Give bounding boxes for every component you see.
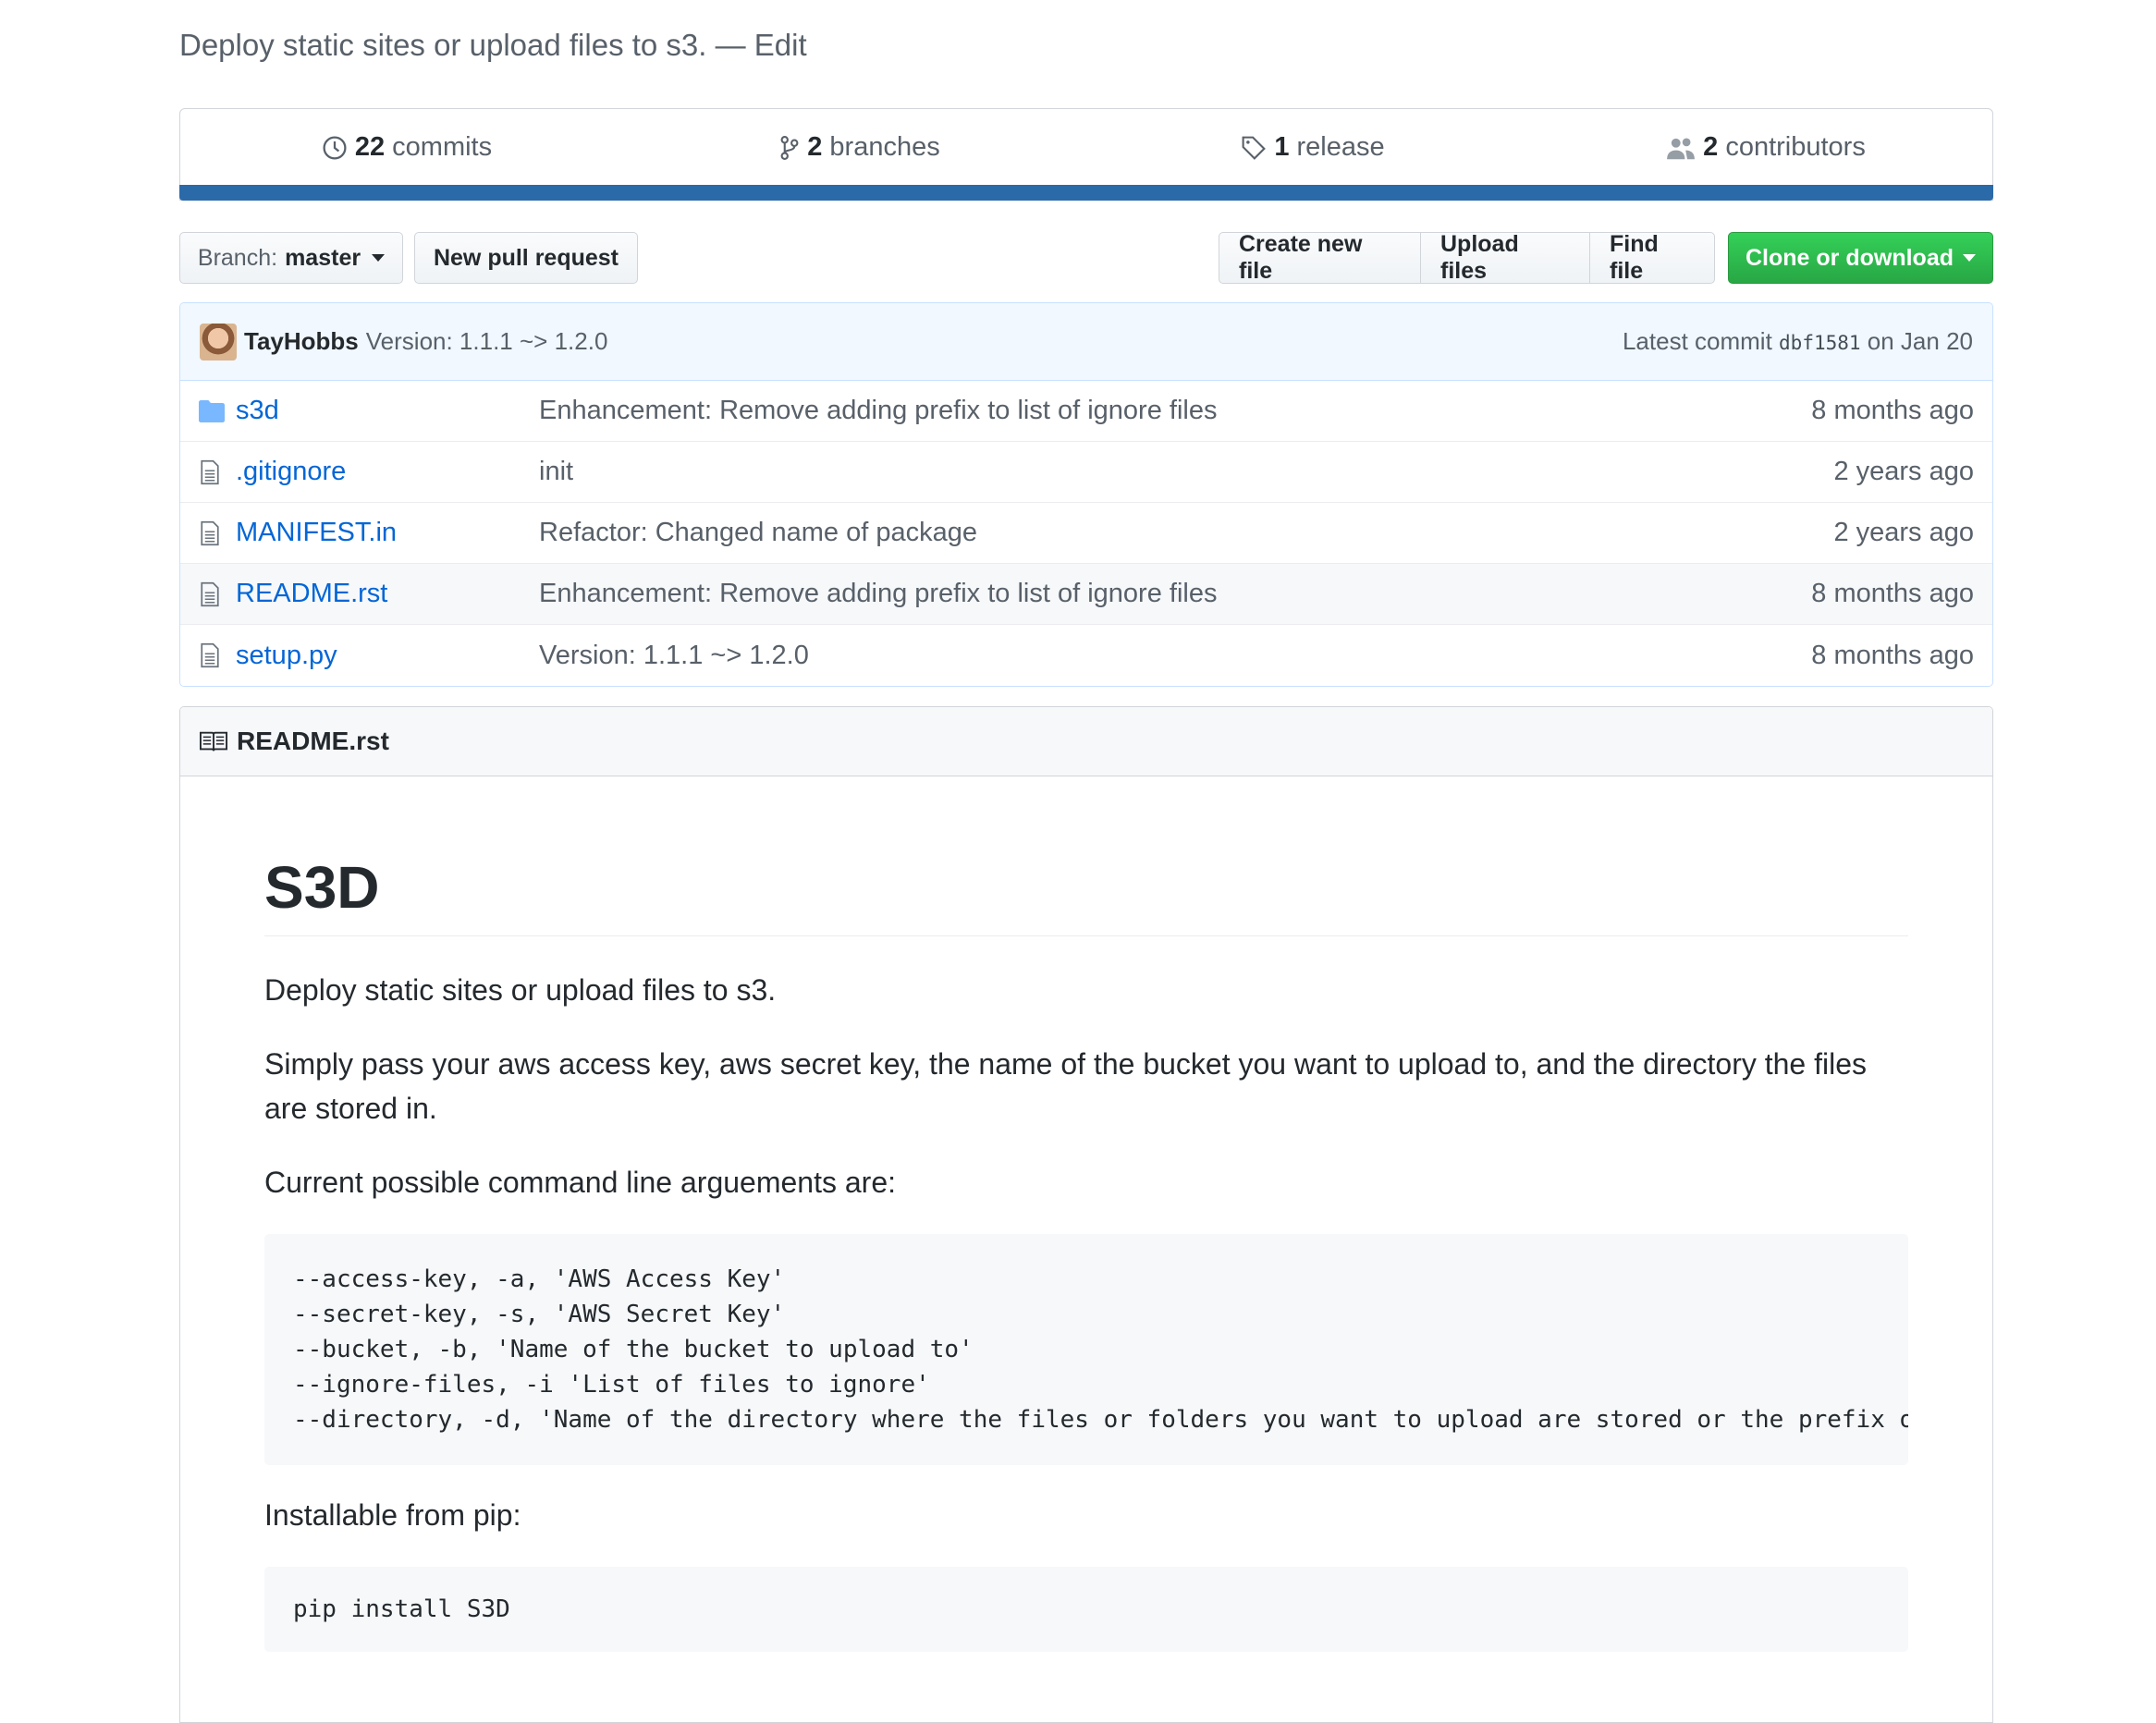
releases-count: 1 <box>1274 132 1290 162</box>
branches-link[interactable]: 2 branches <box>633 132 1086 163</box>
history-icon <box>322 135 348 161</box>
branch-name: master <box>285 244 361 271</box>
folder-icon <box>199 399 227 422</box>
branches-label: branches <box>829 132 940 162</box>
readme-header: README.rst <box>180 707 1992 776</box>
file-age: 8 months ago <box>1811 579 1974 608</box>
language-bar <box>179 185 1993 201</box>
commits-link[interactable]: 22 commits <box>180 132 633 163</box>
file-row: MANIFEST.in Refactor: Changed name of pa… <box>180 503 1992 564</box>
file-age: 8 months ago <box>1811 640 1974 670</box>
file-commit-message[interactable]: Enhancement: Remove adding prefix to lis… <box>539 396 1811 426</box>
book-icon <box>200 730 227 752</box>
new-pull-request-button[interactable]: New pull request <box>414 232 638 284</box>
tag-icon <box>1241 135 1267 161</box>
file-row: s3d Enhancement: Remove adding prefix to… <box>180 381 1992 442</box>
file-name-link[interactable]: README.rst <box>236 579 539 609</box>
file-commit-message[interactable]: Enhancement: Remove adding prefix to lis… <box>539 579 1811 609</box>
file-age: 2 years ago <box>1833 518 1974 547</box>
branch-icon <box>779 135 800 161</box>
commits-label: commits <box>392 132 493 162</box>
readme-filename: README.rst <box>237 727 389 755</box>
file-icon <box>199 459 227 485</box>
latest-commit-bar: TayHobbs Version: 1.1.1 ~> 1.2.0 Latest … <box>180 303 1992 381</box>
file-age: 2 years ago <box>1833 457 1974 486</box>
branch-select-button[interactable]: Branch: master <box>179 232 403 284</box>
numbers-summary: 22 commits 2 branches 1 release 2 contri… <box>179 108 1993 201</box>
contributors-count: 2 <box>1703 132 1719 162</box>
releases-link[interactable]: 1 release <box>1086 132 1539 163</box>
file-row: README.rst Enhancement: Remove adding pr… <box>180 564 1992 625</box>
file-name-link[interactable]: setup.py <box>236 641 539 671</box>
create-new-file-button[interactable]: Create new file <box>1219 231 1421 284</box>
readme-paragraph: Installable from pip: <box>264 1498 521 1532</box>
file-name-link[interactable]: MANIFEST.in <box>236 518 539 548</box>
contributors-label: contributors <box>1725 132 1866 162</box>
file-row: setup.py Version: 1.1.1 ~> 1.2.0 8 month… <box>180 625 1992 686</box>
commit-sha-link[interactable]: dbf1581 <box>1779 332 1861 354</box>
readme-panel: README.rst S3D Deploy static sites or up… <box>179 706 1993 1723</box>
readme-paragraph: Simply pass your aws access key, aws sec… <box>264 1047 1868 1125</box>
file-icon <box>199 642 227 668</box>
people-icon <box>1666 135 1696 161</box>
file-row: .gitignore init 2 years ago <box>180 442 1992 503</box>
file-navigation-table: TayHobbs Version: 1.1.1 ~> 1.2.0 Latest … <box>179 302 1993 687</box>
branches-count: 2 <box>807 132 823 162</box>
code-block: pip install S3D <box>264 1567 1908 1652</box>
commits-count: 22 <box>354 132 386 162</box>
file-commit-message[interactable]: Refactor: Changed name of package <box>539 518 1833 548</box>
repo-description: Deploy static sites or upload files to s… <box>179 28 807 62</box>
find-file-button[interactable]: Find file <box>1589 231 1715 284</box>
chevron-down-icon <box>1963 254 1976 262</box>
commit-date: on Jan 20 <box>1867 327 1973 355</box>
repo-description-text: Deploy static sites or upload files to s… <box>179 28 707 62</box>
commit-author-link[interactable]: TayHobbs <box>244 327 359 356</box>
readme-content: S3D Deploy static sites or upload files … <box>180 776 1992 1652</box>
file-commit-message[interactable]: init <box>539 457 1833 487</box>
commit-message-link[interactable]: Version: 1.1.1 ~> 1.2.0 <box>366 327 608 356</box>
clone-or-download-button[interactable]: Clone or download <box>1728 232 1993 284</box>
latest-commit-prefix: Latest commit <box>1622 327 1772 355</box>
file-icon <box>199 581 227 607</box>
file-name-link[interactable]: s3d <box>236 396 539 426</box>
contributors-link[interactable]: 2 contributors <box>1539 132 1992 163</box>
file-actions-group: Create new file Upload files Find file <box>1219 231 1715 284</box>
readme-title: S3D <box>264 776 1908 936</box>
readme-paragraph: Deploy static sites or upload files to s… <box>264 973 777 1007</box>
file-icon <box>199 520 227 546</box>
releases-label: release <box>1296 132 1385 162</box>
chevron-down-icon <box>372 254 386 262</box>
file-age: 8 months ago <box>1811 396 1974 425</box>
avatar[interactable] <box>200 323 237 360</box>
file-commit-message[interactable]: Version: 1.1.1 ~> 1.2.0 <box>539 641 1811 671</box>
edit-description-link[interactable]: Edit <box>754 28 807 62</box>
branch-prefix: Branch: <box>197 244 278 271</box>
readme-paragraph: Current possible command line arguements… <box>264 1166 896 1199</box>
upload-files-button[interactable]: Upload files <box>1420 231 1590 284</box>
latest-commit-info: Latest commit dbf1581 on Jan 20 <box>1623 327 1973 356</box>
code-block: --access-key, -a, 'AWS Access Key' --sec… <box>264 1234 1908 1465</box>
clone-or-download-label: Clone or download <box>1746 244 1954 271</box>
file-name-link[interactable]: .gitignore <box>236 457 539 487</box>
